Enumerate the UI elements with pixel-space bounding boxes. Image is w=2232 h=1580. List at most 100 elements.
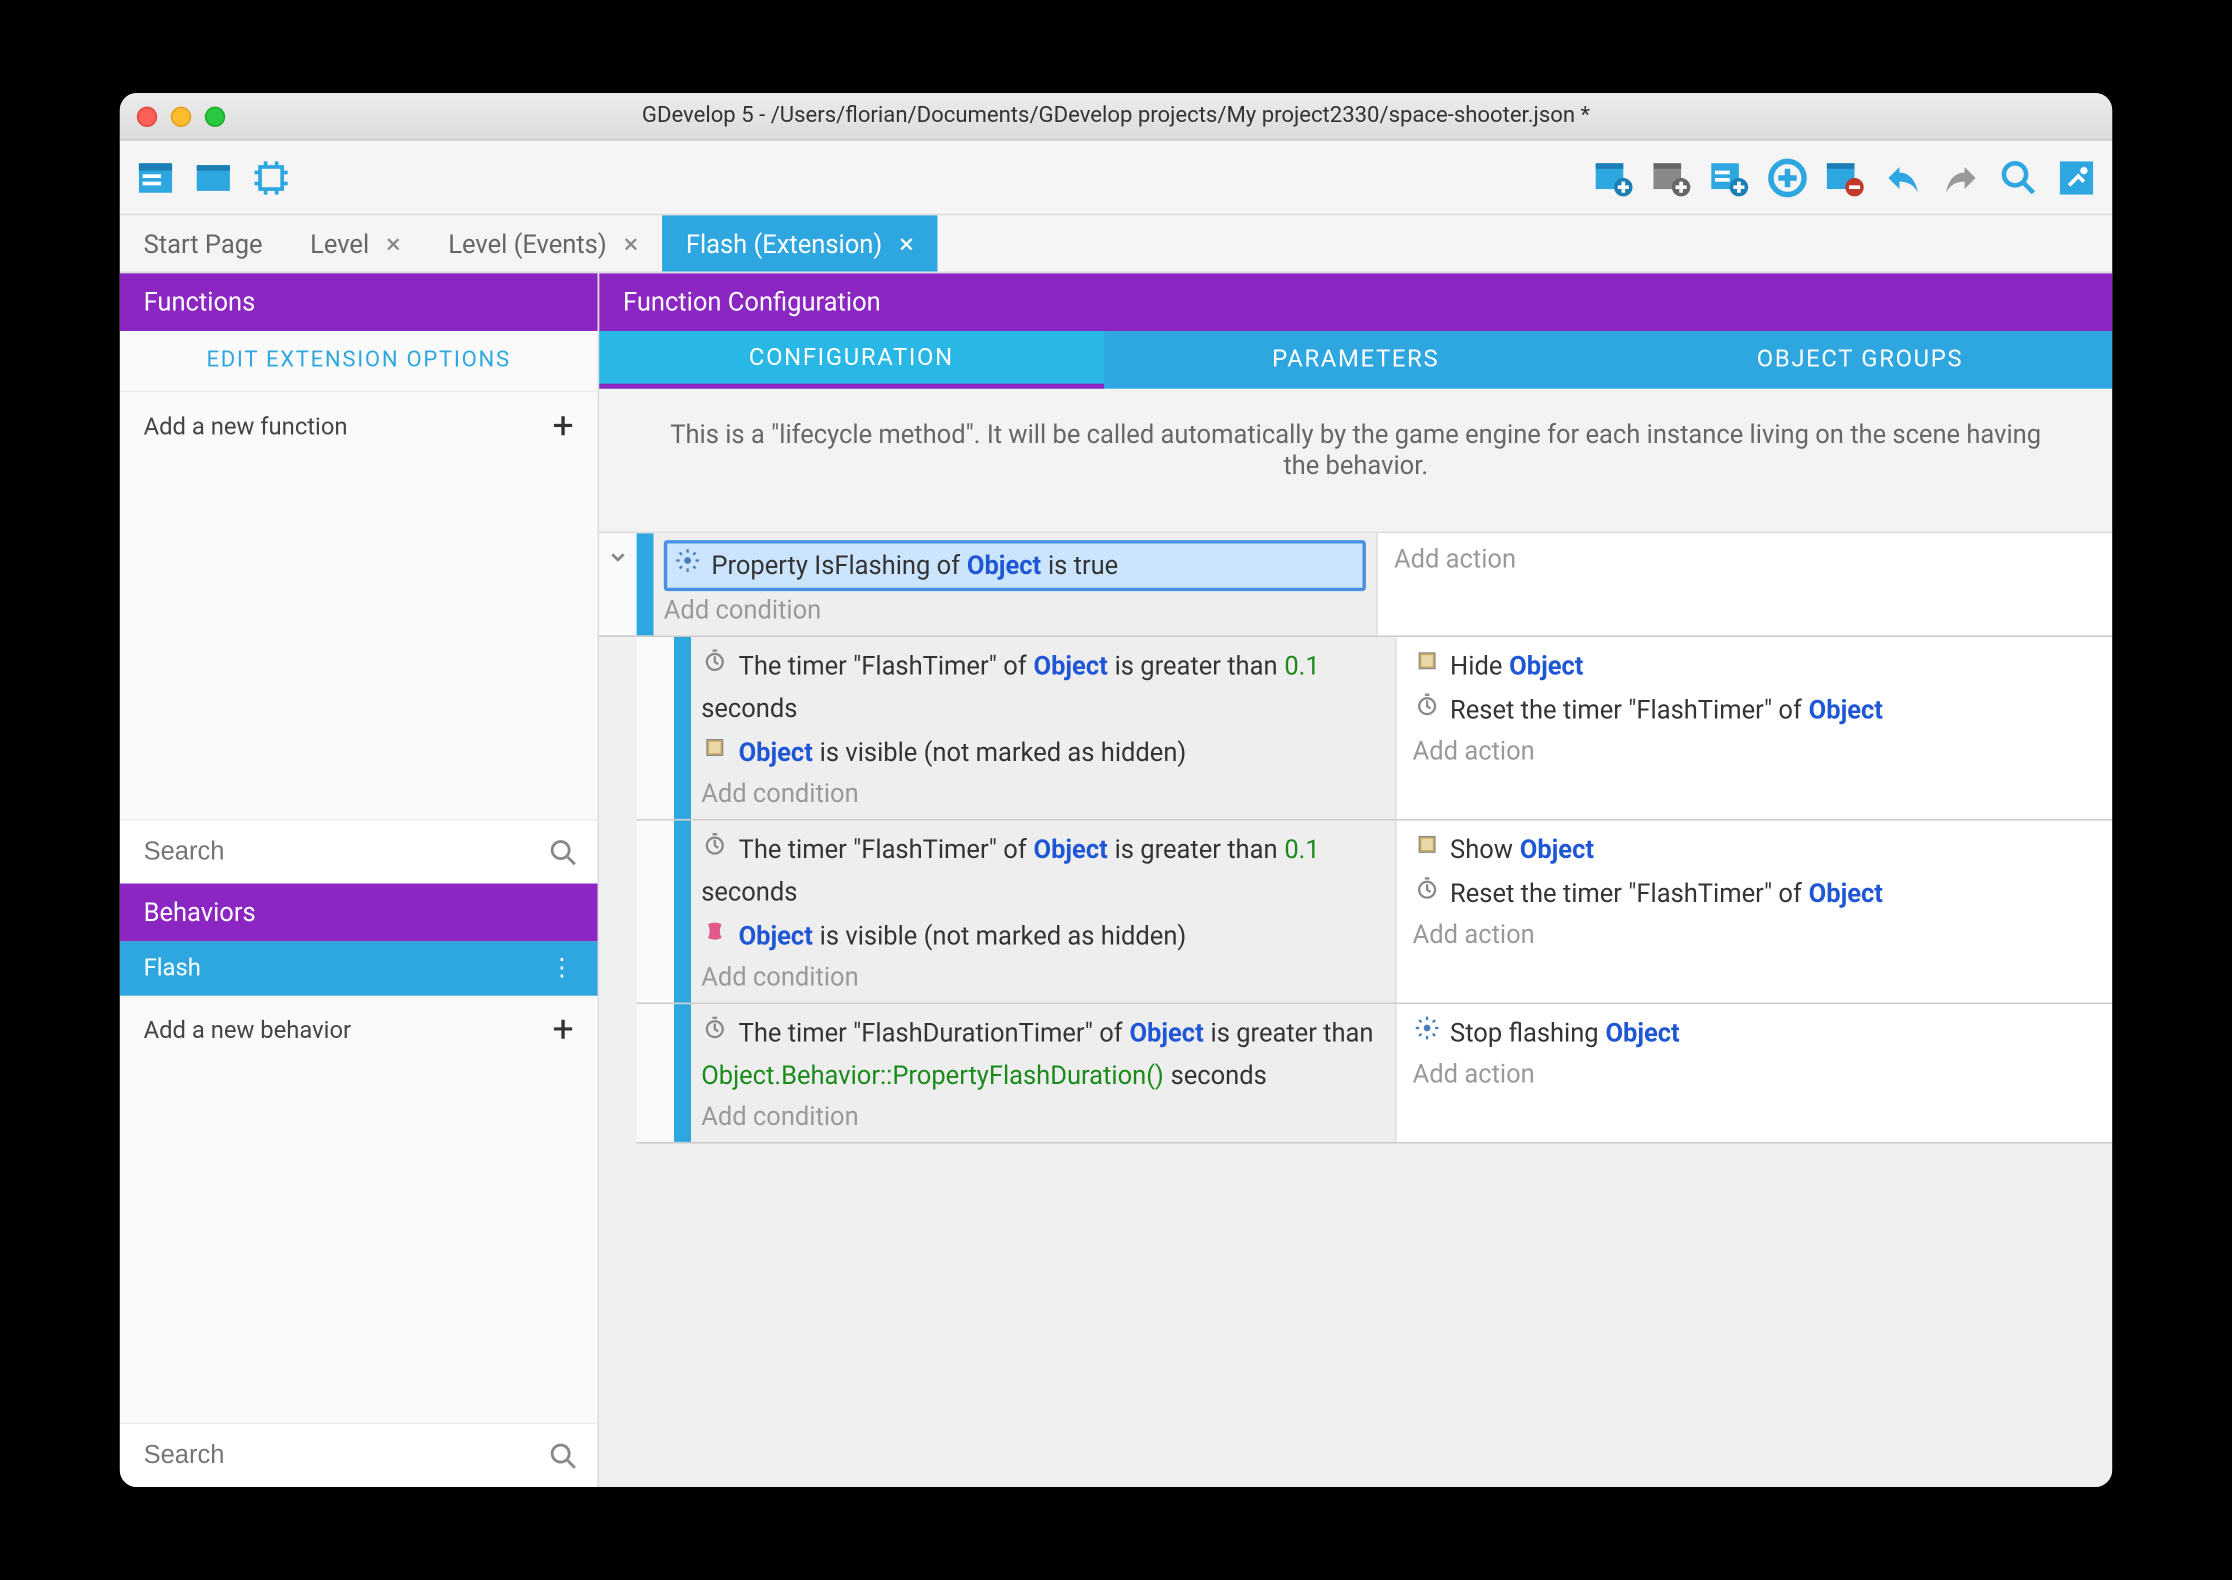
add-circle-icon[interactable] bbox=[1762, 152, 1813, 203]
visible-icon bbox=[1413, 831, 1440, 858]
action-line[interactable]: Hide Object bbox=[1413, 644, 2096, 688]
project-panel-icon[interactable] bbox=[130, 152, 181, 203]
tab-label: Flash (Extension) bbox=[686, 228, 882, 259]
event-bluebar bbox=[637, 533, 654, 635]
functions-search[interactable] bbox=[120, 819, 598, 884]
add-action-button[interactable]: Add action bbox=[1413, 916, 2096, 953]
plus-icon: + bbox=[552, 1009, 573, 1052]
window-controls bbox=[137, 106, 225, 126]
add-event-icon[interactable] bbox=[1589, 152, 1640, 203]
add-action-button[interactable]: Add action bbox=[1413, 732, 2096, 769]
behaviors-header: Behaviors bbox=[120, 884, 598, 942]
toolbar-right bbox=[1589, 152, 2102, 203]
event-row: The timer "FlashTimer" of Object is grea… bbox=[637, 821, 2113, 1005]
delete-event-icon[interactable] bbox=[1820, 152, 1871, 203]
settings-icon[interactable] bbox=[2051, 152, 2102, 203]
subtab-parameters[interactable]: PARAMETERS bbox=[1104, 331, 1608, 389]
event-row: Property IsFlashing of Object is trueAdd… bbox=[599, 533, 2112, 637]
search-icon[interactable] bbox=[1993, 152, 2044, 203]
add-condition-button[interactable]: Add condition bbox=[701, 775, 1384, 812]
function-description: This is a "lifecycle method". It will be… bbox=[599, 389, 2112, 534]
add-function-button[interactable]: Add a new function + bbox=[120, 392, 598, 462]
gear-icon bbox=[674, 547, 701, 574]
edit-extension-options-link[interactable]: EDIT EXTENSION OPTIONS bbox=[120, 331, 598, 392]
add-function-label: Add a new function bbox=[144, 413, 348, 440]
conditions-column: The timer "FlashTimer" of Object is grea… bbox=[691, 637, 1394, 819]
add-action-button[interactable]: Add action bbox=[1394, 540, 2095, 577]
tab-label: Level (Events) bbox=[448, 228, 606, 259]
event-bluebar bbox=[674, 637, 691, 819]
subtab-object-groups[interactable]: OBJECT GROUPS bbox=[1608, 331, 2112, 389]
behaviors-search[interactable] bbox=[120, 1422, 598, 1487]
action-line[interactable]: Reset the timer "FlashTimer" of Object bbox=[1413, 872, 2096, 916]
visible-icon bbox=[701, 734, 728, 761]
toolbar-left bbox=[130, 152, 297, 203]
event-bluebar bbox=[674, 1004, 691, 1142]
action-line[interactable]: Show Object bbox=[1413, 827, 2096, 871]
visible-icon bbox=[1413, 647, 1440, 674]
condition-line[interactable]: Property IsFlashing of Object is true bbox=[664, 540, 1365, 591]
redo-icon[interactable] bbox=[1935, 152, 1986, 203]
behaviors-search-input[interactable] bbox=[137, 1431, 547, 1480]
event-bluebar bbox=[674, 821, 691, 1003]
tab-label: Level bbox=[310, 228, 369, 259]
tab-start-page[interactable]: Start Page bbox=[120, 215, 287, 271]
event-gutter[interactable] bbox=[637, 1004, 674, 1142]
add-subevent-icon[interactable] bbox=[1646, 152, 1697, 203]
maximize-window-button[interactable] bbox=[205, 106, 225, 126]
tab-label: Start Page bbox=[144, 228, 263, 259]
kebab-icon[interactable]: ⋮ bbox=[550, 955, 574, 982]
add-action-button[interactable]: Add action bbox=[1413, 1055, 2096, 1092]
action-line[interactable]: Stop flashing Object bbox=[1413, 1011, 2096, 1055]
tab-flash-extension-[interactable]: Flash (Extension) × bbox=[662, 215, 938, 271]
conditions-column: Property IsFlashing of Object is trueAdd… bbox=[654, 533, 1376, 635]
event-gutter[interactable] bbox=[599, 533, 636, 635]
subtabs: CONFIGURATION PARAMETERS OBJECT GROUPS bbox=[599, 331, 2112, 389]
close-icon[interactable]: × bbox=[899, 227, 914, 259]
events-editor: Property IsFlashing of Object is trueAdd… bbox=[599, 533, 2112, 1487]
condition-line[interactable]: Object is visible (not marked as hidden) bbox=[701, 914, 1384, 958]
functions-search-input[interactable] bbox=[137, 827, 547, 876]
scene-panel-icon[interactable] bbox=[188, 152, 239, 203]
close-icon[interactable]: × bbox=[386, 227, 401, 259]
plus-icon: + bbox=[552, 406, 573, 449]
event-row: The timer "FlashTimer" of Object is grea… bbox=[637, 637, 2113, 821]
event-gutter[interactable] bbox=[637, 637, 674, 819]
function-config-header: Function Configuration bbox=[599, 273, 2112, 331]
undo-icon[interactable] bbox=[1878, 152, 1929, 203]
action-line[interactable]: Reset the timer "FlashTimer" of Object bbox=[1413, 688, 2096, 732]
add-comment-icon[interactable] bbox=[1704, 152, 1755, 203]
timer-icon bbox=[701, 1014, 728, 1041]
functions-header: Functions bbox=[120, 273, 598, 331]
actions-column: Add action bbox=[1375, 533, 2112, 635]
conditions-column: The timer "FlashDurationTimer" of Object… bbox=[691, 1004, 1394, 1142]
sidebar: Functions EDIT EXTENSION OPTIONS Add a n… bbox=[120, 273, 599, 1487]
condition-line[interactable]: The timer "FlashTimer" of Object is grea… bbox=[701, 644, 1384, 731]
add-condition-button[interactable]: Add condition bbox=[701, 1098, 1384, 1135]
add-behavior-button[interactable]: Add a new behavior + bbox=[120, 996, 598, 1066]
chip-icon[interactable] bbox=[246, 152, 297, 203]
search-icon bbox=[547, 835, 581, 869]
condition-line[interactable]: Object is visible (not marked as hidden) bbox=[701, 731, 1384, 775]
not-visible-icon bbox=[701, 918, 728, 945]
condition-line[interactable]: The timer "FlashDurationTimer" of Object… bbox=[701, 1011, 1384, 1098]
condition-line[interactable]: The timer "FlashTimer" of Object is grea… bbox=[701, 827, 1384, 914]
close-icon[interactable]: × bbox=[624, 227, 639, 259]
tab-level-events-[interactable]: Level (Events) × bbox=[424, 215, 662, 271]
event-gutter[interactable] bbox=[637, 821, 674, 1003]
subtab-configuration[interactable]: CONFIGURATION bbox=[599, 331, 1103, 389]
toolbar bbox=[120, 141, 2112, 216]
add-condition-button[interactable]: Add condition bbox=[701, 958, 1384, 995]
minimize-window-button[interactable] bbox=[171, 106, 191, 126]
add-condition-button[interactable]: Add condition bbox=[664, 591, 1365, 628]
behavior-item-label: Flash bbox=[144, 955, 201, 982]
close-window-button[interactable] bbox=[137, 106, 157, 126]
event-row: The timer "FlashDurationTimer" of Object… bbox=[637, 1004, 2113, 1143]
tabs: Start PageLevel×Level (Events)×Flash (Ex… bbox=[120, 215, 2112, 273]
behavior-item-flash[interactable]: Flash ⋮ bbox=[120, 941, 598, 995]
titlebar: GDevelop 5 - /Users/florian/Documents/GD… bbox=[120, 93, 2112, 141]
timer-icon bbox=[1413, 691, 1440, 718]
tab-level[interactable]: Level × bbox=[286, 215, 424, 271]
app-window: GDevelop 5 - /Users/florian/Documents/GD… bbox=[120, 93, 2112, 1487]
actions-column: Hide ObjectReset the timer "FlashTimer" … bbox=[1394, 637, 2112, 819]
